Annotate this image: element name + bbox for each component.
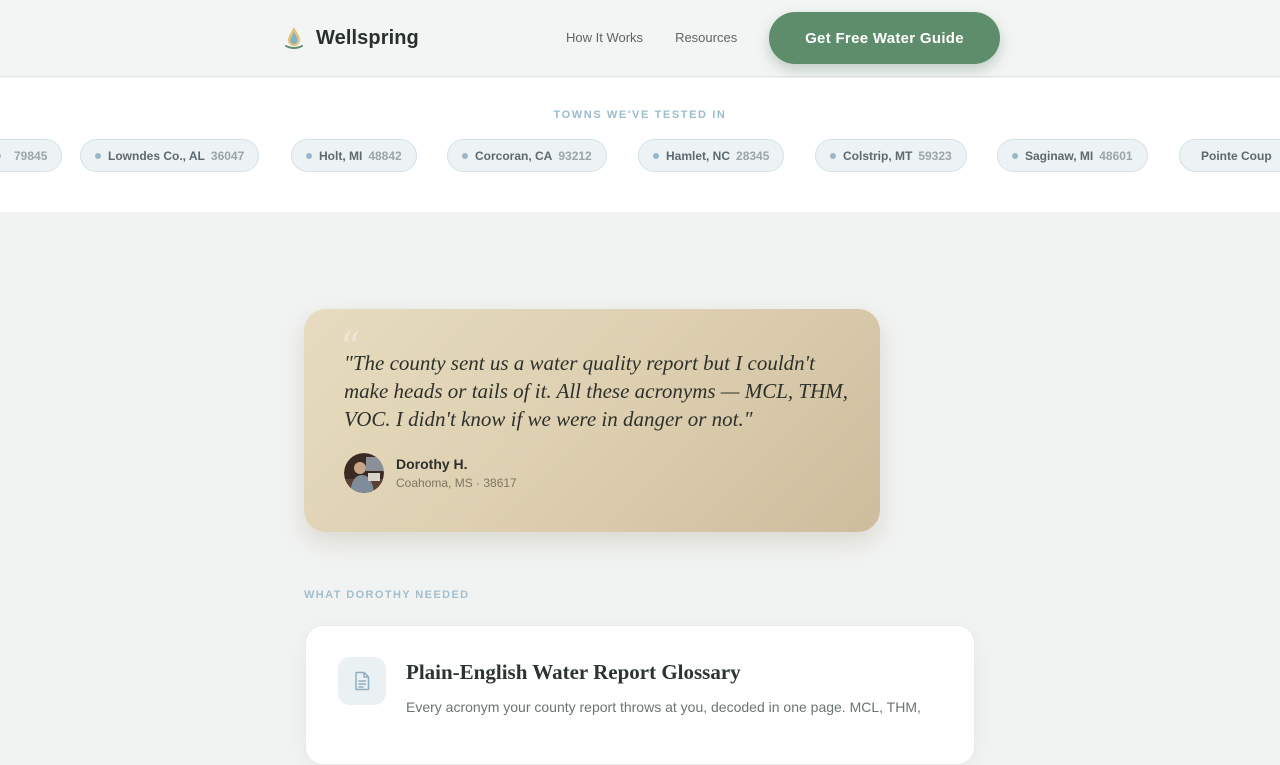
town-chip: Pointe Coup [1179,139,1280,172]
towns-tested-section: TOWNS WE'VE TESTED IN 79845 Lowndes Co.,… [0,78,1280,212]
town-zip: 48842 [368,148,402,163]
resource-description: Every acronym your county report throws … [406,699,921,715]
town-name: Corcoran, CA [475,148,553,163]
section-label: WHAT DOROTHY NEEDED [304,589,470,601]
get-free-water-guide-button[interactable]: Get Free Water Guide [769,12,1000,64]
town-chip: Lowndes Co., AL 36047 [80,139,260,172]
dot-icon [95,152,101,159]
dot-icon [0,152,1,159]
brand-name: Wellspring [316,26,419,49]
water-drop-icon [285,27,303,49]
town-name: Saginaw, MI [1025,148,1094,163]
author-name: Dorothy H. [396,456,468,472]
town-chip: Corcoran, CA 93212 [447,139,607,172]
town-zip: 36047 [210,148,245,163]
towns-label: TOWNS WE'VE TESTED IN [553,109,727,121]
town-name: Holt, MI [319,148,363,163]
town-name: Colstrip, MT [843,148,913,163]
town-name: Hamlet, NC [666,148,731,163]
towns-marquee: 79845 Lowndes Co., AL 36047 Holt, MI 488… [0,139,1280,172]
testimonial-quote: "The county sent us a water quality repo… [344,351,848,431]
town-name: Lowndes Co., AL [108,148,205,163]
brand-logo[interactable]: Wellspring [283,24,419,52]
avatar [344,453,384,493]
town-chip: Colstrip, MT 59323 [815,139,967,172]
town-zip: 59323 [918,148,952,163]
nav-link-how-it-works[interactable]: How It Works [566,30,643,45]
town-name: Pointe Coup [1201,148,1272,163]
dot-icon [462,152,468,159]
testimonial-author: Dorothy H. Coahoma, MS · 38617 [344,453,517,493]
town-chip: Saginaw, MI 48601 [997,139,1148,172]
site-header: Wellspring How It Works Resources Get Fr… [0,0,1280,77]
town-zip: 93212 [558,148,592,163]
resource-card[interactable]: Plain-English Water Report Glossary Ever… [305,625,975,765]
town-chip: Holt, MI 48842 [291,139,417,172]
dot-icon [830,152,836,159]
town-zip: 79845 [14,148,48,163]
dot-icon [306,152,312,159]
nav-link-resources[interactable]: Resources [675,30,737,45]
testimonial-card: “ "The county sent us a water quality re… [304,309,880,532]
town-chip: Hamlet, NC 28345 [638,139,785,172]
town-zip: 48601 [1099,148,1133,163]
dot-icon [1012,152,1018,159]
main-nav: How It Works Resources [566,30,769,45]
resource-title: Plain-English Water Report Glossary [406,660,741,684]
document-icon [338,657,386,705]
town-zip: 28345 [736,148,770,163]
town-chip: 79845 [0,139,63,172]
author-location: Coahoma, MS · 38617 [396,476,517,490]
dot-icon [653,152,659,159]
